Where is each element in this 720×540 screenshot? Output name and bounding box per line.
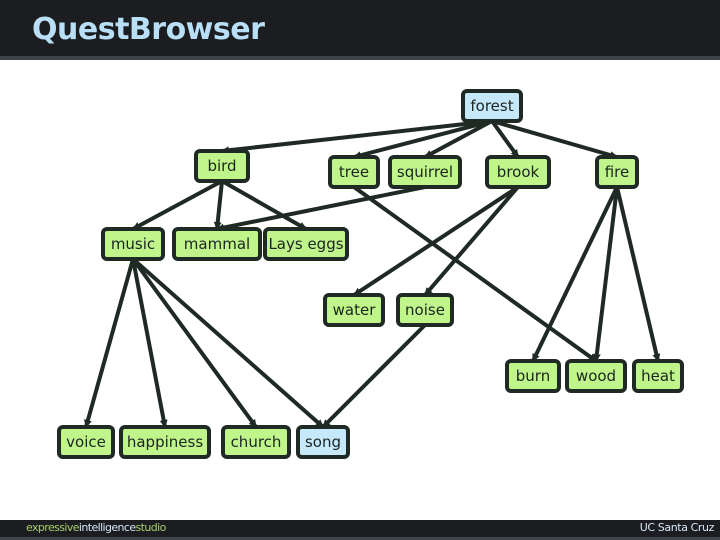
node-fire[interactable]: fire [595,155,639,189]
edge-bird-to-layseggs [221,179,307,231]
node-label: happiness [126,433,204,451]
footer-bar: expressiveintelligencestudio UC Santa Cr… [0,520,720,540]
footer-word-intelligence: intelligence [78,521,136,534]
node-label: song [304,433,342,451]
graph-edges [84,119,661,429]
node-label: voice [66,433,106,451]
edge-fire-to-heat [615,186,661,362]
node-label: fire [604,163,630,181]
edge-forest-to-fire [491,119,618,159]
node-burn[interactable]: burn [505,359,561,393]
edge-noise-to-song [321,323,427,429]
studio-logo-text: expressiveintelligencestudio [26,521,166,534]
node-tree[interactable]: tree [328,155,380,189]
node-label: music [110,235,156,253]
edge-bird-to-music [132,179,223,231]
node-squirrel[interactable]: squirrel [388,155,462,189]
node-label: Lays eggs [268,235,344,253]
edge-forest-to-tree [353,119,493,160]
node-bird[interactable]: bird [194,149,250,183]
edge-bird-to-mammal [213,180,224,230]
node-label: squirrel [396,163,454,181]
node-label: church [230,433,282,451]
node-label: brook [496,163,540,181]
node-label: forest [470,97,514,115]
node-water[interactable]: water [323,293,385,327]
node-label: tree [338,163,370,181]
node-heat[interactable]: heat [632,359,684,393]
node-label: mammal [183,235,251,253]
edge-music-to-voice [84,258,135,428]
node-layseggs[interactable]: Lays eggs [263,227,349,261]
node-song[interactable]: song [296,425,350,459]
footer-word-studio: studio [135,521,167,534]
node-noise[interactable]: noise [396,293,454,327]
node-label: wood [575,367,617,385]
node-happiness[interactable]: happiness [119,425,211,459]
edge-forest-to-bird [221,119,493,155]
node-label: water [332,301,376,319]
node-wood[interactable]: wood [565,359,627,393]
node-label: burn [515,367,551,385]
node-music[interactable]: music [101,227,165,261]
node-voice[interactable]: voice [57,425,115,459]
edge-music-to-church [131,257,258,429]
node-brook[interactable]: brook [485,155,551,189]
node-church[interactable]: church [221,425,291,459]
node-label: bird [207,157,237,175]
edge-squirrel-to-mammal [216,185,426,232]
node-label: noise [405,301,445,319]
footer-word-expressive: expressive [26,521,80,534]
node-label: heat [641,367,675,385]
edge-fire-to-burn [531,186,619,362]
university-label: UC Santa Cruz [639,521,715,534]
node-mammal[interactable]: mammal [172,227,262,261]
node-forest[interactable]: forest [461,89,523,123]
